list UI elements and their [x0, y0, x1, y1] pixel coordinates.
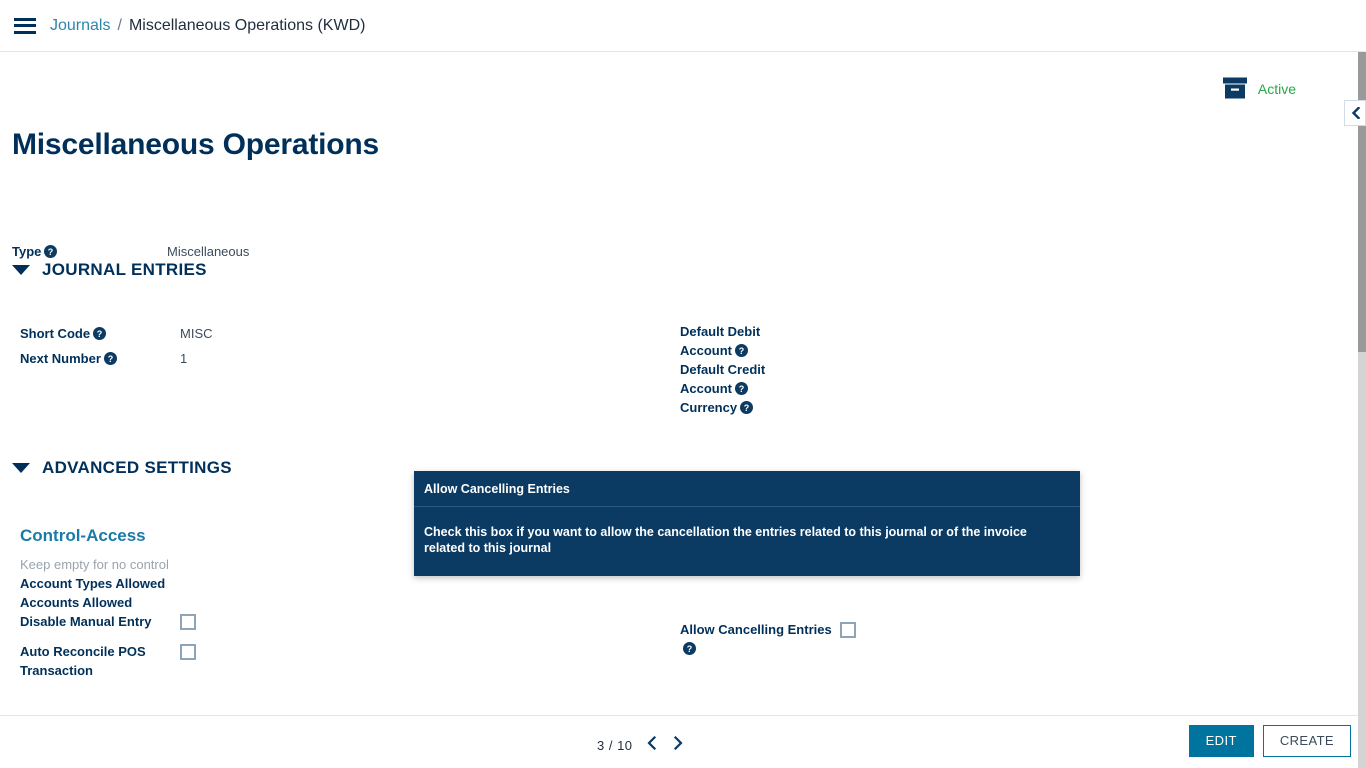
breadcrumb-current: Miscellaneous Operations (KWD): [128, 16, 366, 34]
edit-button[interactable]: EDIT: [1188, 725, 1254, 757]
help-icon[interactable]: ?: [683, 642, 696, 655]
create-button[interactable]: CREATE: [1262, 725, 1351, 757]
checkbox-auto-reconcile-pos-transaction[interactable]: [180, 644, 196, 660]
field-accounts-allowed-label: Accounts Allowed: [20, 595, 133, 610]
field-currency-label: Currency?: [680, 398, 795, 417]
pager-count: 3 / 10: [597, 738, 633, 753]
field-next-number-value[interactable]: 1: [180, 349, 450, 368]
section-header-journal-entries[interactable]: JOURNAL ENTRIES: [12, 260, 207, 280]
form-sheet: Miscellaneous Operations Type? Miscellan…: [0, 52, 1350, 715]
panel-collapse-button[interactable]: [1344, 100, 1366, 126]
svg-text:?: ?: [739, 346, 745, 356]
field-type-label: Type?: [12, 242, 167, 261]
svg-text:?: ?: [739, 384, 745, 394]
field-allow-cancelling-entries-label: Allow Cancelling Entries?: [680, 622, 832, 655]
field-type-value[interactable]: Miscellaneous: [167, 242, 249, 261]
chevron-right-icon: [673, 735, 684, 755]
help-icon[interactable]: ?: [735, 382, 748, 395]
journal-entries-right-column: Default Debit Account? Default Credit Ac…: [680, 322, 980, 417]
breadcrumb-bar: Journals / Miscellaneous Operations (KWD…: [0, 0, 1366, 52]
help-icon[interactable]: ?: [740, 401, 754, 414]
field-short-code: Short Code? MISC: [20, 324, 450, 343]
breadcrumb-parent-journals[interactable]: Journals: [50, 17, 110, 35]
section-title-journal-entries: JOURNAL ENTRIES: [42, 260, 207, 279]
field-auto-reconcile-pos-transaction: Auto Reconcile POS Transaction: [20, 642, 450, 680]
help-icon[interactable]: ?: [93, 327, 107, 340]
record-pager: 3 / 10: [597, 734, 687, 757]
field-default-credit-account-label: Default Credit Account?: [680, 362, 766, 396]
page-title: Miscellaneous Operations: [12, 128, 379, 161]
checkbox-disable-manual-entry[interactable]: [180, 614, 196, 630]
control-access-subtitle: Keep empty for no control: [20, 557, 169, 572]
svg-text:?: ?: [687, 644, 693, 654]
tooltip-allow-cancelling-entries: Allow Cancelling Entries Check this box …: [414, 471, 1080, 576]
section-header-advanced-settings[interactable]: ADVANCED SETTINGS: [12, 458, 232, 478]
caret-down-icon: [12, 265, 30, 275]
svg-text:?: ?: [108, 354, 114, 364]
svg-text:?: ?: [48, 247, 54, 257]
field-default-debit-account-label: Default Debit Account?: [680, 324, 761, 358]
chevron-left-icon: [1351, 107, 1360, 119]
help-icon[interactable]: ?: [44, 245, 58, 258]
field-allow-cancelling-entries: Allow Cancelling Entries?: [680, 620, 980, 658]
breadcrumb: Journals / Miscellaneous Operations (KWD…: [50, 17, 365, 35]
tooltip-arrow: [748, 557, 770, 566]
checkbox-allow-cancelling-entries[interactable]: [840, 622, 856, 638]
journal-entries-left-column: Short Code? MISC Next Number? 1: [20, 324, 450, 368]
section-title-advanced-settings: ADVANCED SETTINGS: [42, 458, 232, 477]
field-auto-reconcile-pos-transaction-label: Auto Reconcile POS Transaction: [20, 644, 146, 678]
field-disable-manual-entry-label: Disable Manual Entry: [20, 614, 152, 629]
svg-text:?: ?: [744, 403, 750, 413]
field-short-code-value[interactable]: MISC: [180, 324, 450, 343]
field-accounts-allowed: Accounts Allowed: [20, 593, 450, 612]
control-access-group: Control-Access Keep empty for no control…: [20, 526, 450, 680]
field-next-number-label: Next Number?: [20, 349, 180, 368]
field-account-types-allowed: Account Types Allowed: [20, 574, 450, 593]
field-account-types-allowed-label: Account Types Allowed: [20, 576, 166, 591]
control-access-heading: Control-Access: [20, 526, 146, 545]
pager-next-button[interactable]: [670, 734, 687, 757]
pager-previous-button[interactable]: [643, 734, 660, 757]
field-next-number: Next Number? 1: [20, 349, 450, 368]
chevron-left-icon: [646, 735, 657, 755]
help-icon[interactable]: ?: [735, 344, 748, 357]
advanced-settings-right-column: Allow Cancelling Entries?: [680, 620, 980, 658]
tooltip-title: Allow Cancelling Entries: [414, 471, 1080, 507]
journal-form-page: Journals / Miscellaneous Operations (KWD…: [0, 0, 1366, 768]
svg-text:?: ?: [97, 329, 103, 339]
footer-action-buttons: EDIT CREATE: [1188, 725, 1351, 757]
caret-down-icon: [12, 463, 30, 473]
breadcrumb-separator: /: [117, 16, 122, 34]
help-icon[interactable]: ?: [103, 352, 117, 365]
field-short-code-label: Short Code?: [20, 324, 180, 343]
tooltip-body: Check this box if you want to allow the …: [424, 525, 1027, 555]
vertical-scrollbar-thumb[interactable]: [1358, 52, 1366, 352]
field-disable-manual-entry: Disable Manual Entry: [20, 612, 450, 635]
hamburger-icon[interactable]: [14, 17, 36, 34]
field-type: Type? Miscellaneous: [12, 242, 249, 261]
